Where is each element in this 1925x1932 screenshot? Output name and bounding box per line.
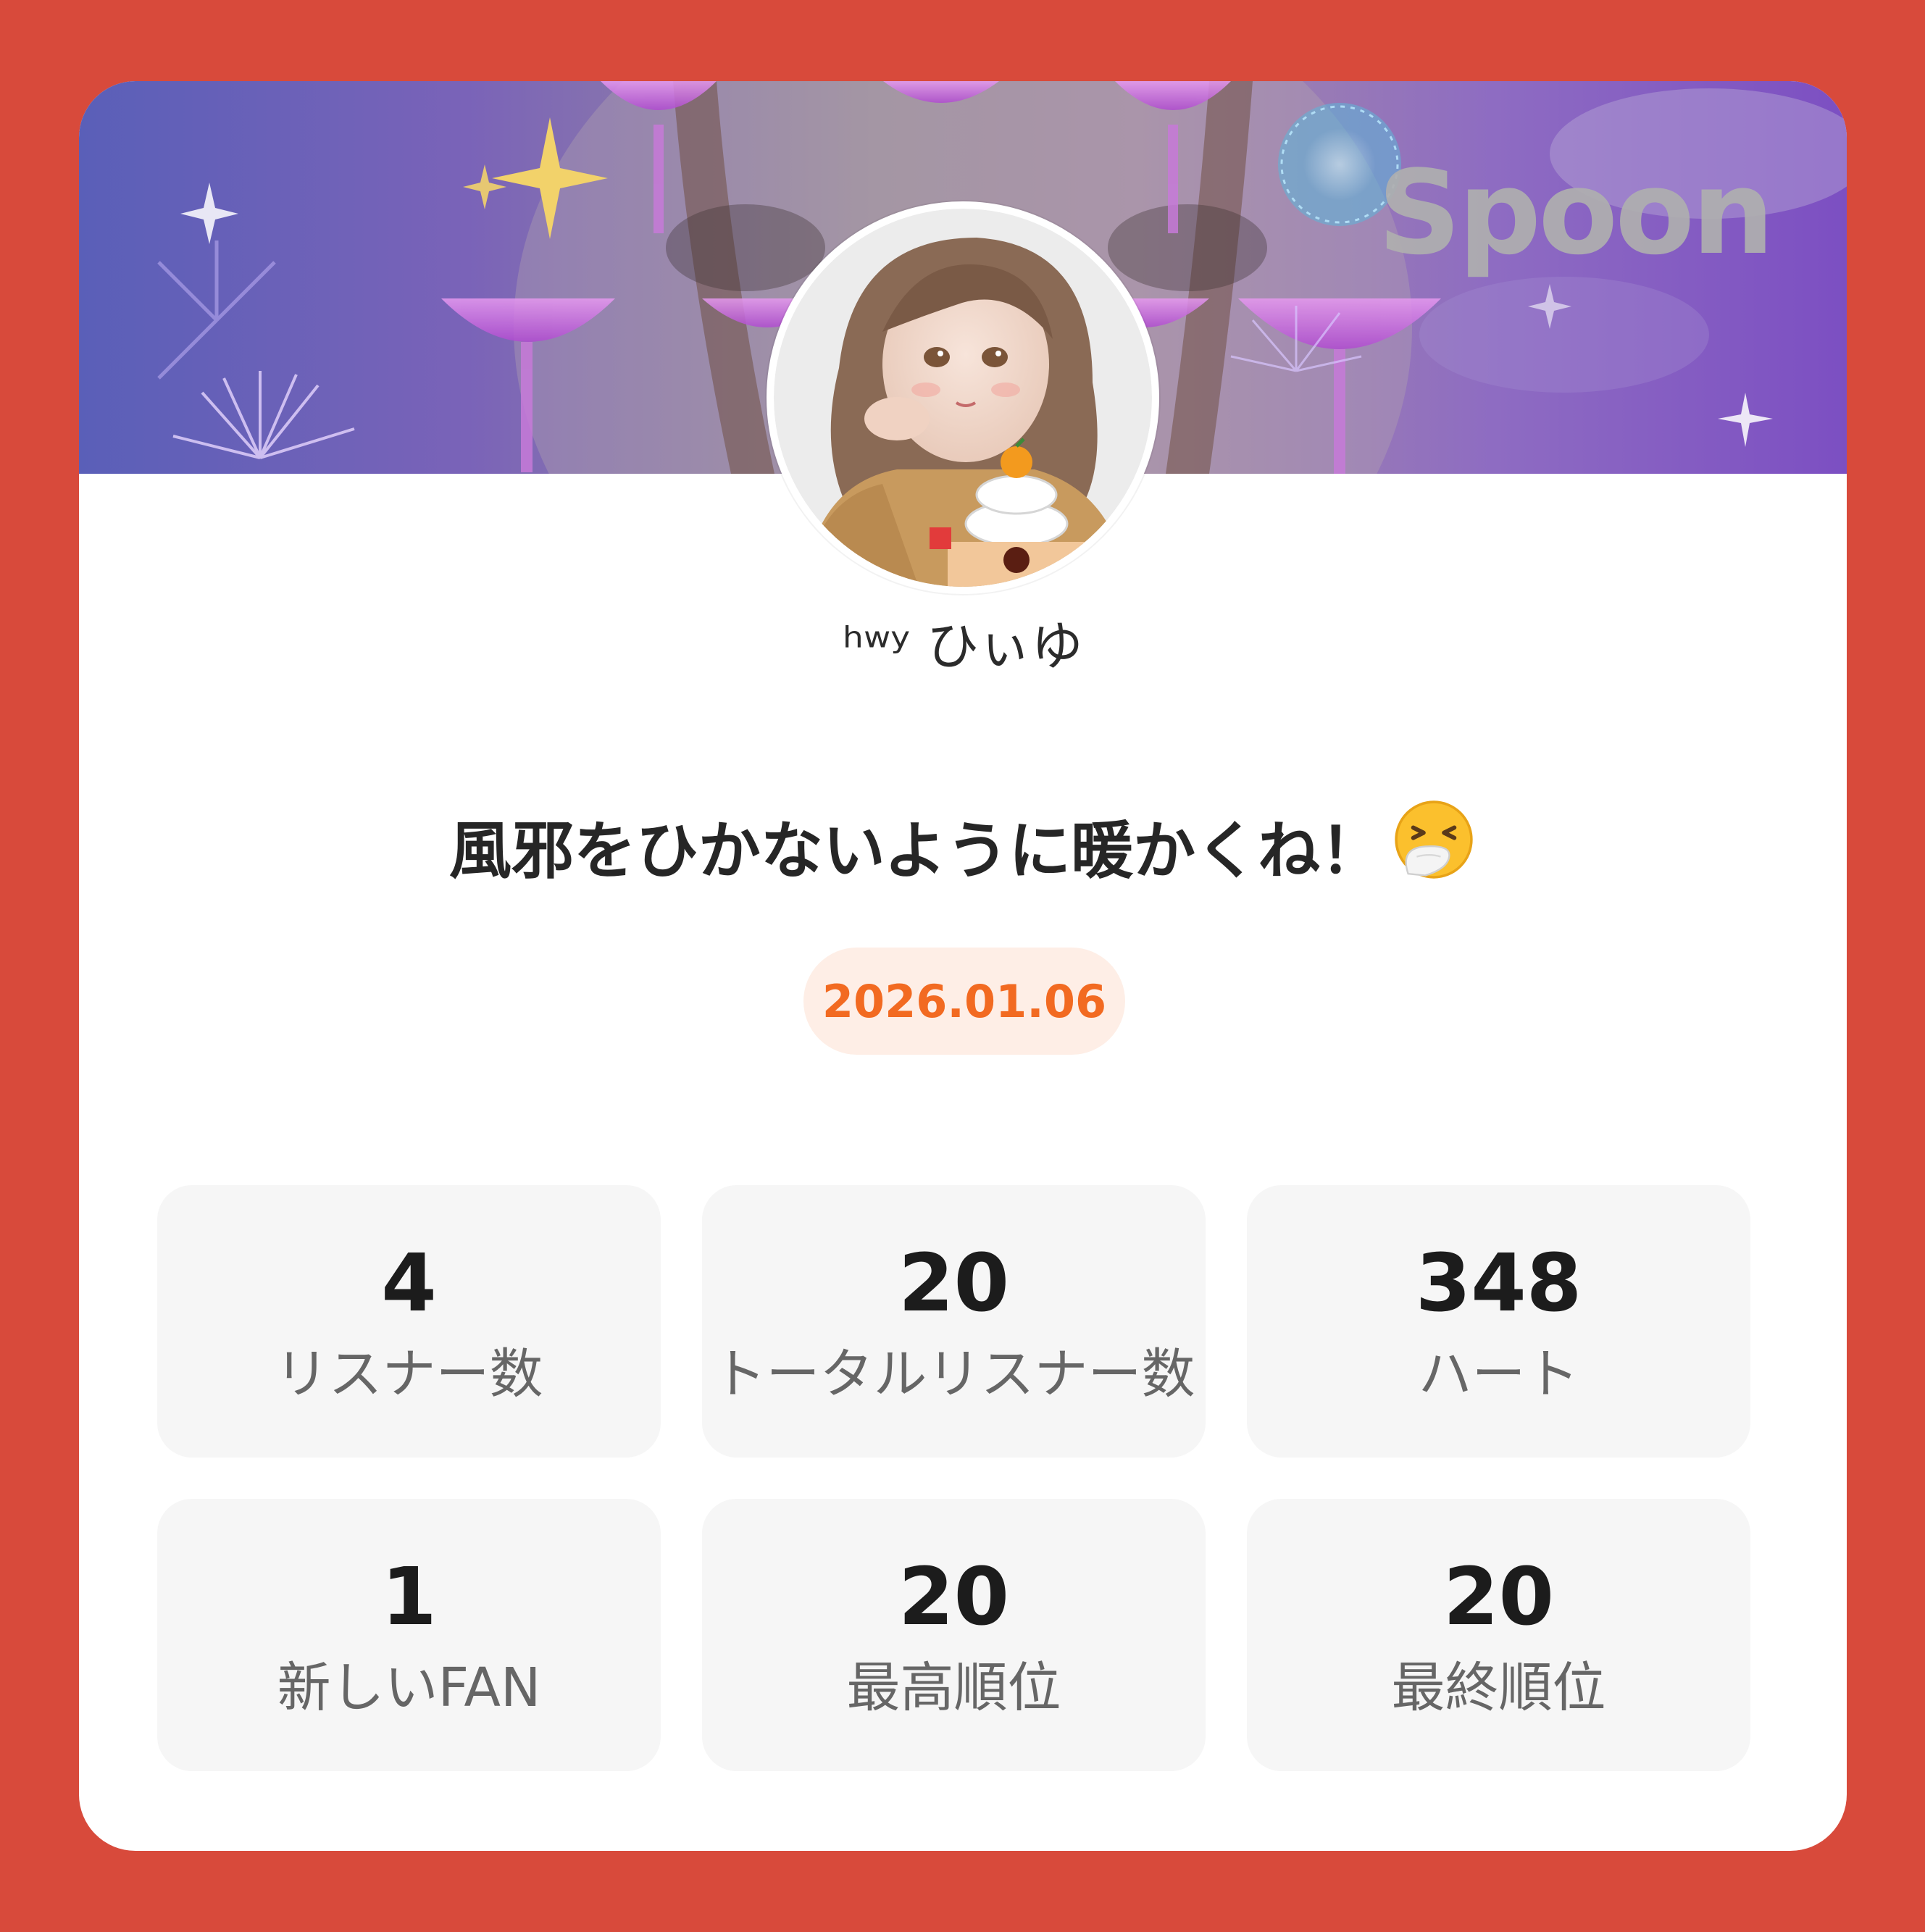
stat-label: 最高順位 <box>846 1657 1061 1719</box>
stat-value: 348 <box>1415 1237 1582 1329</box>
avatar-illustration-icon <box>774 209 1152 587</box>
stat-value: 20 <box>898 1237 1010 1329</box>
stat-tile-highest-rank: 20 最高順位 <box>702 1499 1206 1771</box>
stat-value: 1 <box>381 1550 437 1643</box>
stats-grid: 4 リスナー数 20 トータルリスナー数 348 ハート 1 新しいFAN 20… <box>157 1185 1766 1771</box>
stat-tile-final-rank: 20 最終順位 <box>1247 1499 1750 1771</box>
stat-label: ハート <box>1418 1343 1579 1405</box>
stat-value: 4 <box>381 1237 437 1329</box>
stat-label: 最終順位 <box>1391 1657 1606 1719</box>
post-title-text: 風邪をひかないように暖かくね！ <box>448 814 1383 887</box>
sneezing-face-emoji-icon <box>1391 797 1477 905</box>
stat-value: 20 <box>898 1550 1010 1643</box>
stat-tile-total-listeners: 20 トータルリスナー数 <box>702 1185 1206 1458</box>
stat-label: リスナー数 <box>275 1343 543 1405</box>
date-badge: 2026.01.06 <box>803 948 1125 1055</box>
stat-label: トータルリスナー数 <box>712 1343 1195 1405</box>
username: ʰʷʸ ひぃゆ <box>843 616 1083 677</box>
stat-value: 20 <box>1442 1550 1555 1643</box>
stat-tile-hearts: 348 ハート <box>1247 1185 1750 1458</box>
post-title: 風邪をひかないように暖かくね！ <box>79 800 1847 905</box>
stat-tile-listeners: 4 リスナー数 <box>157 1185 661 1458</box>
stat-label: 新しいFAN <box>277 1657 541 1719</box>
stats-card: Spoon ʰʷʸ ひぃゆ 風邪をひかないように暖かくね！ 2026.01.06… <box>79 81 1847 1851</box>
stat-tile-new-fans: 1 新しいFAN <box>157 1499 661 1771</box>
spoon-logo: Spoon <box>1377 145 1774 280</box>
avatar[interactable] <box>767 201 1159 594</box>
